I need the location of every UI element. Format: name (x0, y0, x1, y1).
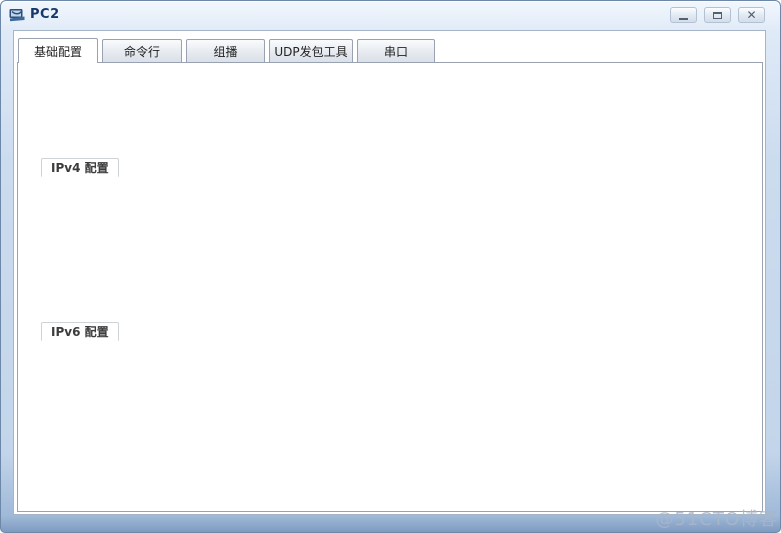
maximize-button[interactable] (704, 7, 731, 23)
title-bar[interactable]: PC2 ✕ (0, 0, 781, 30)
tab-content-pane (17, 62, 763, 512)
ipv6-group-label: IPv6 配置 (41, 322, 119, 341)
close-icon: ✕ (746, 8, 757, 22)
pc-device-icon (9, 9, 25, 22)
window-title: PC2 (30, 7, 60, 22)
pc-config-window: PC2 ✕ 基础配置 命令行 组播 UDP发包工具 串口 主机名: MAC 地址… (0, 0, 781, 533)
tab-udp-tool[interactable]: UDP发包工具 (269, 39, 353, 63)
close-button[interactable]: ✕ (738, 7, 765, 23)
tab-basic-config[interactable]: 基础配置 (18, 38, 98, 63)
ipv4-group-label: IPv4 配置 (41, 158, 119, 177)
minimize-button[interactable] (670, 7, 697, 23)
tab-serial-port[interactable]: 串口 (357, 39, 435, 63)
tab-multicast[interactable]: 组播 (186, 39, 265, 63)
watermark: @51CTO博客 (655, 509, 778, 530)
tab-command-line[interactable]: 命令行 (102, 39, 182, 63)
